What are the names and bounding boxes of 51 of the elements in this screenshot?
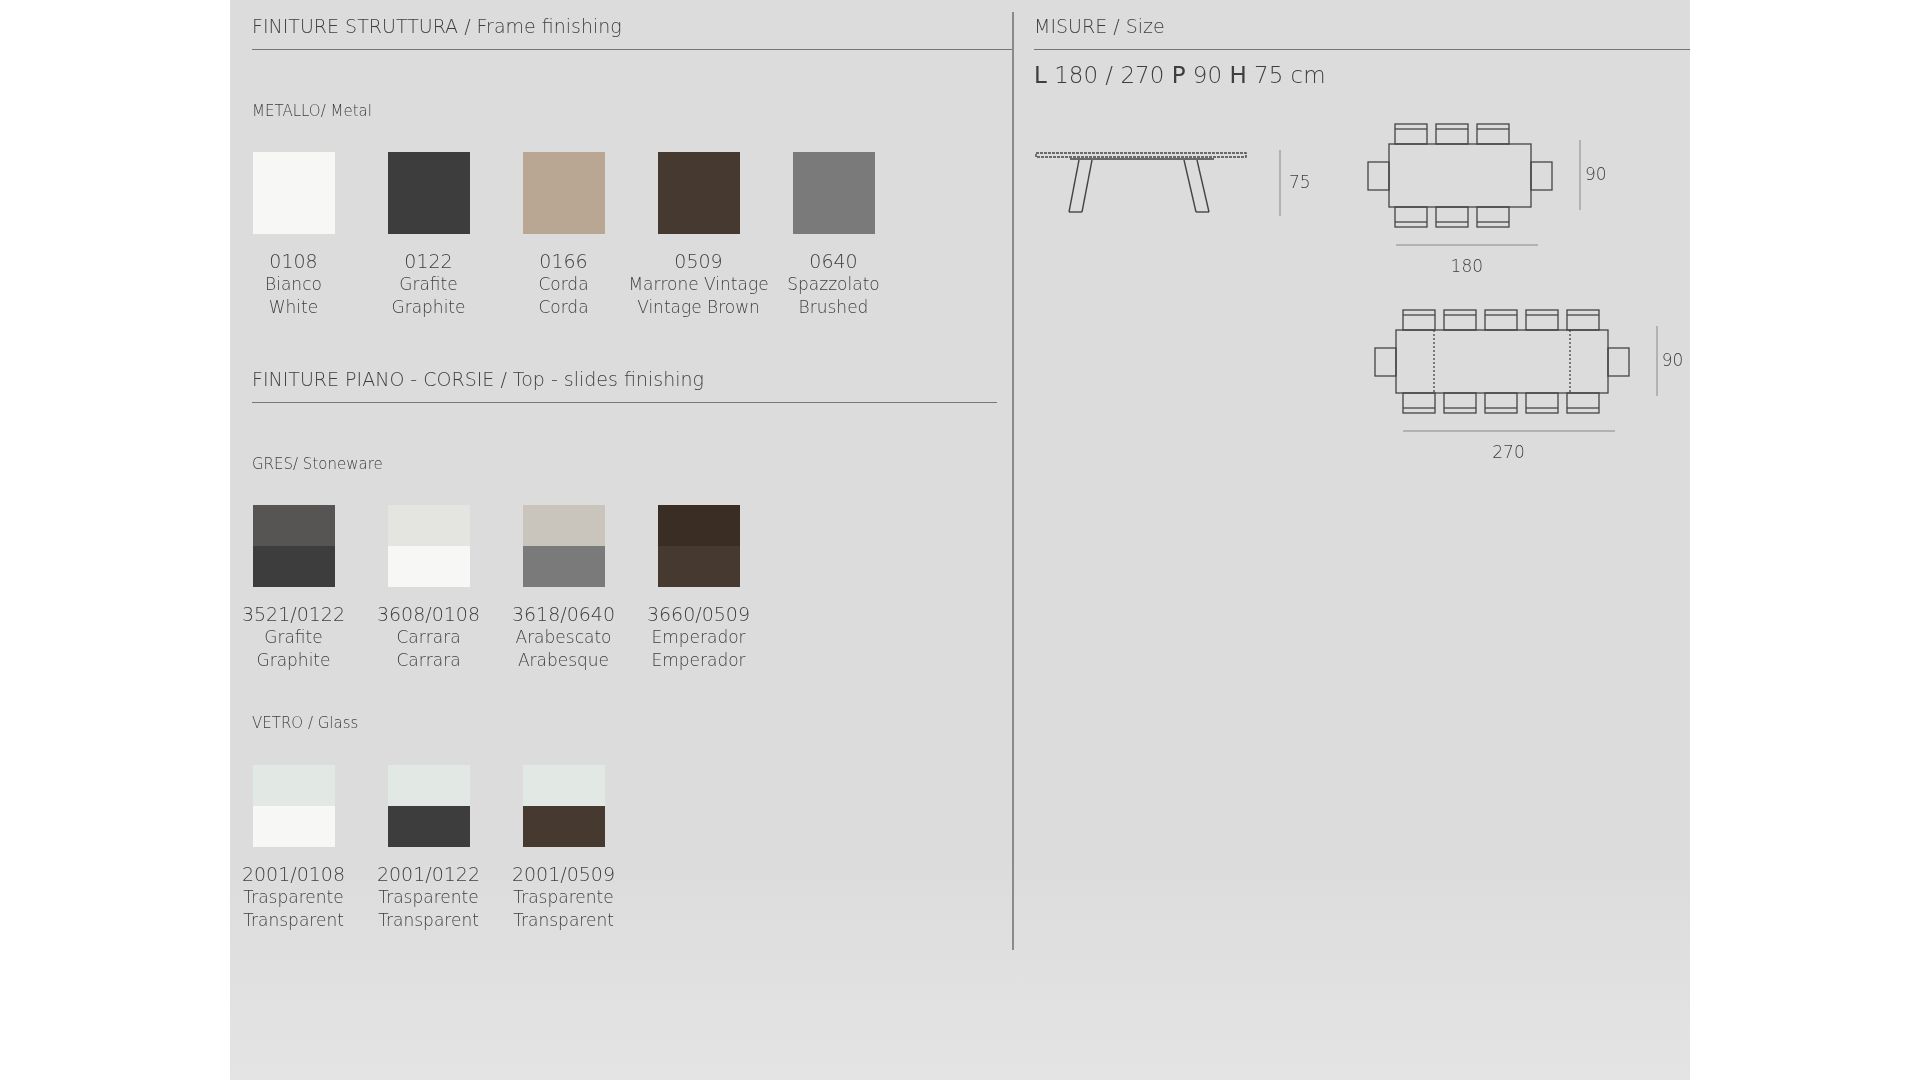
- finish-code: 0166: [539, 250, 588, 273]
- finish-name: Graphite: [391, 296, 466, 319]
- finish-name: Carrara: [396, 626, 461, 649]
- finish-code: 2001/0122: [376, 862, 481, 886]
- finish-name: Emperador: [651, 649, 746, 672]
- finish-name: Carrara: [396, 649, 461, 672]
- dimensions-text: L 180 / 270 P 90 H 75 cm: [1034, 60, 1327, 90]
- depth-dimension: 90: [1661, 348, 1684, 372]
- dimension-line: [1656, 325, 1658, 396]
- finish-name: Arabesque: [517, 649, 610, 672]
- finish-code: 0509: [674, 250, 723, 273]
- group-title: METALLO/ Metal: [252, 100, 373, 122]
- finish-name: Bianco: [265, 273, 322, 296]
- finish-code: 3608/0108: [376, 603, 481, 626]
- finish-name: Corda: [538, 273, 589, 296]
- length-dimension: 180: [1450, 255, 1484, 278]
- dimension-line: [1279, 150, 1281, 216]
- height-dimension: 75: [1289, 171, 1311, 195]
- finish-code: 0122: [404, 250, 453, 273]
- finish-name: Transparent: [513, 908, 614, 932]
- section-title: FINITURE STRUTTURA / Frame finishing: [252, 12, 1012, 50]
- depth-dimension: 90: [1585, 163, 1607, 187]
- finish-name: Graphite: [256, 649, 331, 672]
- group-title: VETRO / Glass: [252, 713, 360, 734]
- length-dimension: 270: [1492, 440, 1525, 464]
- finish-code: 2001/0509: [511, 862, 616, 886]
- finish-code: 3660/0509: [646, 603, 751, 626]
- finish-name: Grafite: [399, 273, 458, 296]
- finish-name: Arabescato: [515, 626, 612, 649]
- section-title: FINITURE PIANO - CORSIE / Top - slides finishing: [252, 365, 997, 403]
- finish-name: Grafite: [264, 626, 323, 649]
- finish-name: Spazzolato: [787, 273, 880, 296]
- finish-code: 0640: [809, 250, 858, 273]
- finish-code: 0108: [269, 250, 318, 273]
- finish-name: Transparent: [243, 908, 344, 932]
- group-title: GRES/ Stoneware: [252, 453, 384, 475]
- finish-name: Trasparente: [513, 885, 614, 909]
- finish-name: Emperador: [651, 626, 746, 649]
- dimension-line: [1579, 140, 1581, 210]
- finish-name: Brushed: [798, 296, 869, 319]
- finish-name: Vintage Brown: [637, 296, 760, 319]
- finish-name: Marrone Vintage: [628, 273, 769, 296]
- finish-name: Trasparente: [378, 885, 479, 909]
- finish-name: Transparent: [378, 908, 479, 932]
- finish-code: 3521/0122: [241, 603, 346, 626]
- finish-name: Corda: [538, 296, 589, 319]
- finish-code: 3618/0640: [511, 603, 616, 626]
- finish-name: White: [268, 296, 319, 319]
- finish-code: 2001/0108: [241, 862, 346, 886]
- finish-name: Trasparente: [243, 885, 344, 909]
- section-title: MISURE / Size: [1034, 12, 1690, 50]
